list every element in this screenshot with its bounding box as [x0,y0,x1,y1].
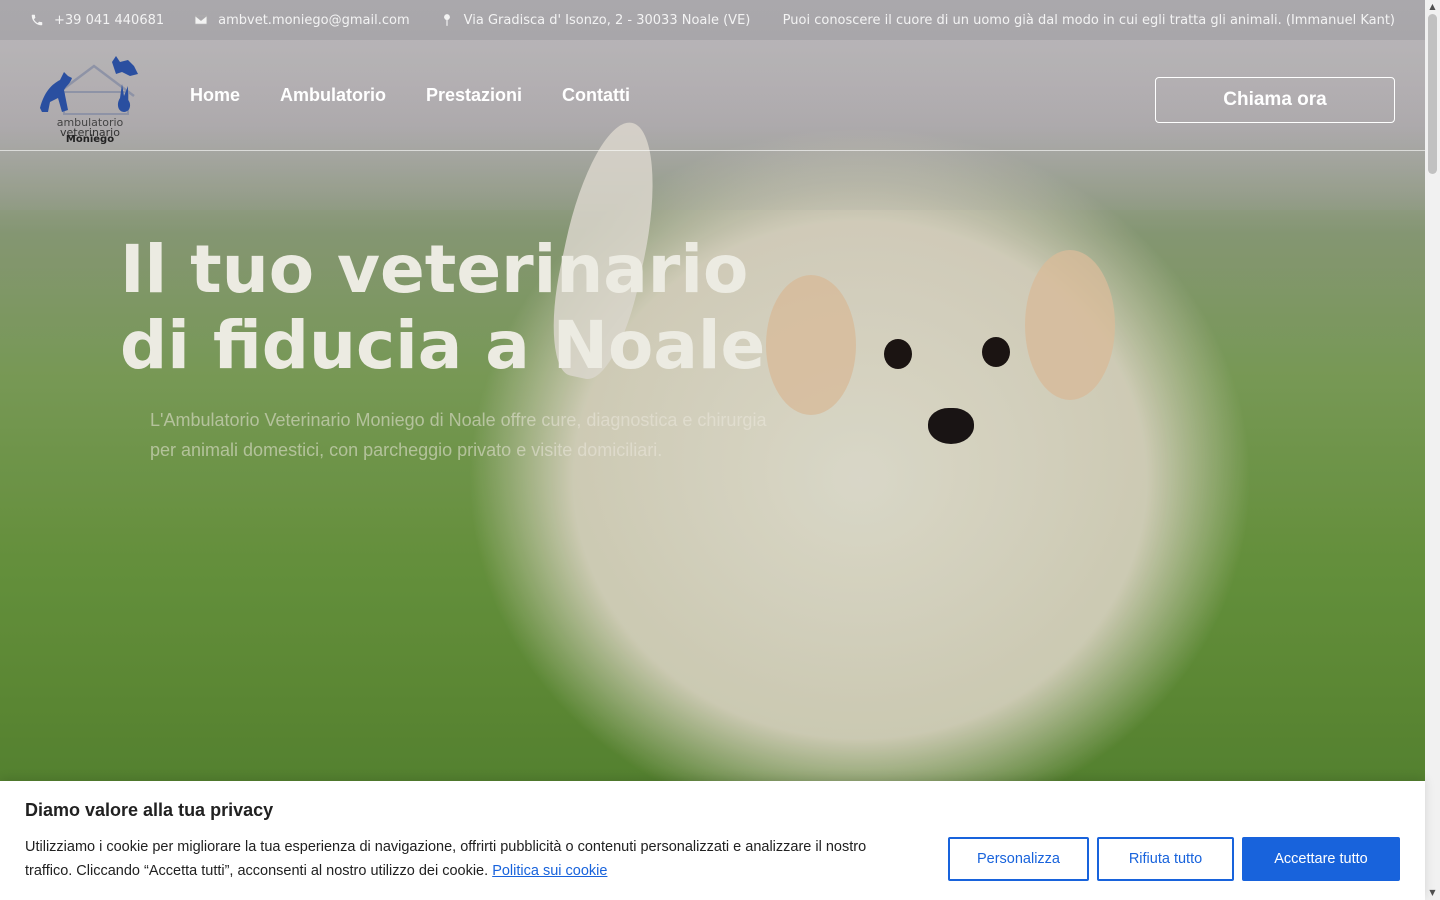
topbar-address: Via Gradisca d' Isonzo, 2 - 30033 Noale … [440,12,751,28]
top-bar: +39 041 440681 ambvet.moniego@gmail.com … [0,0,1425,40]
nav-home[interactable]: Home [190,85,240,106]
call-now-button[interactable]: Chiama ora [1155,77,1395,123]
site-header: ambulatorio veterinario Moniego Home Amb… [0,40,1425,151]
cookie-text-block: Utilizziamo i cookie per migliorare la t… [25,835,905,883]
phone-number: +39 041 440681 [54,12,165,28]
puppy-nose [928,408,974,444]
site-logo[interactable]: ambulatorio veterinario Moniego [34,52,146,145]
logo-graphic: ambulatorio veterinario [40,56,138,139]
topbar-phone[interactable]: +39 041 440681 [30,13,164,28]
reject-all-button[interactable]: Rifiuta tutto [1097,837,1234,881]
accept-all-button[interactable]: Accettare tutto [1242,837,1400,881]
address-text: Via Gradisca d' Isonzo, 2 - 30033 Noale … [463,12,751,28]
scroll-up-arrow-icon[interactable]: ▲ [1425,0,1440,14]
nav-contatti[interactable]: Contatti [562,85,630,106]
cookie-banner: Diamo valore alla tua privacy Utilizziam… [0,781,1425,900]
hero-subtitle: L'Ambulatorio Veterinario Moniego di Noa… [150,410,767,460]
main-nav: Home Ambulatorio Prestazioni Contatti [190,40,670,150]
puppy-eye-right [982,337,1010,367]
logo-line3: Moniego [65,134,115,145]
cookie-policy-link[interactable]: Politica sui cookie [492,863,607,879]
puppy-ear-right [1025,250,1115,400]
kant-quote: Puoi conoscere il cuore di un uomo già d… [782,12,1395,28]
cookie-text: Utilizziamo i cookie per migliorare la t… [25,839,867,879]
phone-icon [31,14,43,26]
page-scrollbar[interactable]: ▲ ▼ [1425,0,1440,900]
envelope-icon [195,15,208,25]
topbar-email[interactable]: ambvet.moniego@gmail.com [194,12,410,28]
scroll-down-arrow-icon[interactable]: ▼ [1425,886,1440,900]
scrollbar-thumb[interactable] [1428,14,1437,174]
nav-prestazioni[interactable]: Prestazioni [426,85,522,106]
hero-title: Il tuo veterinario di fiducia a Noale [120,231,766,384]
customize-button[interactable]: Personalizza [948,837,1089,881]
nav-ambulatorio[interactable]: Ambulatorio [280,85,386,106]
email-address: ambvet.moniego@gmail.com [218,12,410,28]
cookie-title: Diamo valore alla tua privacy [25,800,274,820]
puppy-eye-left [884,339,912,369]
map-pin-icon [443,14,450,26]
